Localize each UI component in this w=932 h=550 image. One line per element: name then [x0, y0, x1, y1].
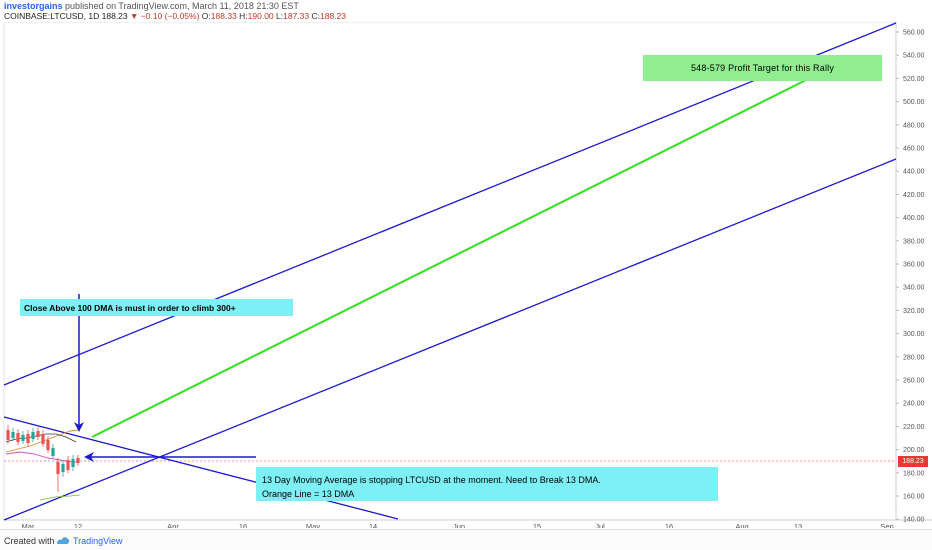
price-tick-label: 380.00: [903, 238, 925, 245]
close-label: C:: [311, 11, 321, 21]
candle-body: [71, 459, 75, 467]
chart-area[interactable]: 560.00 540.00 520.00 500.00 480.00 460.00 440.…: [0, 22, 932, 528]
price-tick-label: 440.00: [903, 169, 925, 176]
plot-border: [3, 22, 897, 521]
price-change: −0.10 (−0.05%): [140, 11, 200, 21]
price-chart[interactable]: 560.00 540.00 520.00 500.00 480.00 460.00 440.…: [0, 22, 932, 528]
time-tick-label: 12: [74, 522, 82, 528]
candle-body: [16, 433, 20, 442]
created-with-text: Created with: [4, 536, 55, 546]
dma-annotation[interactable]: 13 Day Moving Average is stopping LTCUSD…: [256, 467, 718, 501]
time-tick-label: Apr: [167, 522, 179, 528]
tradingview-brand-link[interactable]: TradingView: [73, 536, 123, 546]
price-tick-label: 560.00: [903, 30, 925, 37]
publish-text: published on TradingView.com, March 11, …: [65, 1, 299, 11]
price-tick-label: 500.00: [903, 99, 925, 106]
time-tick-label: 14: [369, 522, 377, 528]
dma-annotation-line2: Orange Line = 13 DMA: [262, 489, 355, 499]
price-tick-label: 180.00: [903, 470, 925, 477]
time-axis-labels: Mar 12 Apr 16 May 14 Jun 15 Jul 16 Aug 13 Sep: [22, 522, 894, 528]
price-tick-label: 280.00: [903, 354, 925, 361]
price-tick-label: 420.00: [903, 192, 925, 199]
author-link[interactable]: investorgains: [4, 1, 63, 11]
candle-body: [26, 434, 30, 443]
tradingview-logo-icon: [57, 537, 70, 544]
price-tick-label: 200.00: [903, 447, 925, 454]
close-above-annotation[interactable]: Close Above 100 DMA is must in order to …: [20, 299, 293, 316]
time-tick-label: Sep: [880, 522, 893, 528]
candle-body: [36, 431, 40, 437]
candle-body: [11, 432, 15, 438]
price-tick-label: 480.00: [903, 122, 925, 129]
symbol-ohlc: COINBASE:LTCUSD, 1D 188.23 ▼ −0.10 (−0.0…: [4, 11, 346, 21]
time-tick-label: Aug: [735, 522, 748, 528]
price-tick-label: 300.00: [903, 331, 925, 338]
open-value: 188.33: [210, 11, 237, 21]
candle-body: [21, 435, 25, 441]
close-value: 188.23: [320, 11, 346, 21]
candlesticks: [6, 425, 80, 492]
candle-body: [31, 432, 35, 439]
candle-body: [66, 460, 70, 470]
price-axis-labels: 560.00 540.00 520.00 500.00 480.00 460.00 440.…: [896, 30, 925, 524]
candle-body: [61, 464, 65, 472]
profit-target-annotation[interactable]: 548-579 Profit Target for this Rally: [643, 55, 882, 81]
time-tick-label: 16: [239, 522, 247, 528]
chart-header: investorgains published on TradingView.c…: [0, 0, 932, 22]
candle-body: [51, 448, 55, 456]
price-tick-label: 260.00: [903, 378, 925, 385]
price-tick-label: 160.00: [903, 494, 925, 501]
current-price-badge: 188.23: [898, 456, 928, 467]
target-arrow: [91, 63, 840, 438]
price-tick-label: 240.00: [903, 401, 925, 408]
low-value: 187.33: [283, 11, 310, 21]
time-tick-label: Jun: [453, 522, 465, 528]
open-label: O:: [201, 11, 211, 21]
candle-body: [76, 458, 80, 463]
time-tick-label: May: [306, 522, 320, 528]
price-tick-label: 520.00: [903, 76, 925, 83]
time-tick-label: 16: [665, 522, 673, 528]
candle-body: [41, 434, 45, 444]
footer: Created with TradingView: [0, 529, 932, 550]
last-price: 188.23: [101, 11, 128, 21]
candle-body: [6, 430, 10, 440]
candle-body: [56, 462, 60, 474]
channel-lower-line: [3, 158, 897, 521]
price-tick-label: 540.00: [903, 53, 925, 60]
price-tick-label: 140.00: [903, 517, 925, 524]
symbol-label: COINBASE:LTCUSD, 1D: [4, 11, 100, 21]
time-tick-label: 13: [794, 522, 802, 528]
time-tick-label: 15: [533, 522, 541, 528]
publish-info: investorgains published on TradingView.c…: [4, 1, 299, 11]
price-tick-label: 360.00: [903, 262, 925, 269]
time-tick-label: Mar: [22, 522, 35, 528]
down-triangle-icon: ▼: [130, 11, 139, 21]
price-tick-label: 400.00: [903, 215, 925, 222]
price-tick-label: 220.00: [903, 424, 925, 431]
candle-body: [46, 440, 50, 450]
time-tick-label: Jul: [595, 522, 605, 528]
high-label: H:: [239, 11, 248, 21]
price-tick-label: 460.00: [903, 146, 925, 153]
high-value: 190.00: [247, 11, 274, 21]
price-tick-label: 320.00: [903, 308, 925, 315]
dma-annotation-line1: 13 Day Moving Average is stopping LTCUSD…: [262, 475, 601, 485]
price-tick-label: 340.00: [903, 285, 925, 292]
